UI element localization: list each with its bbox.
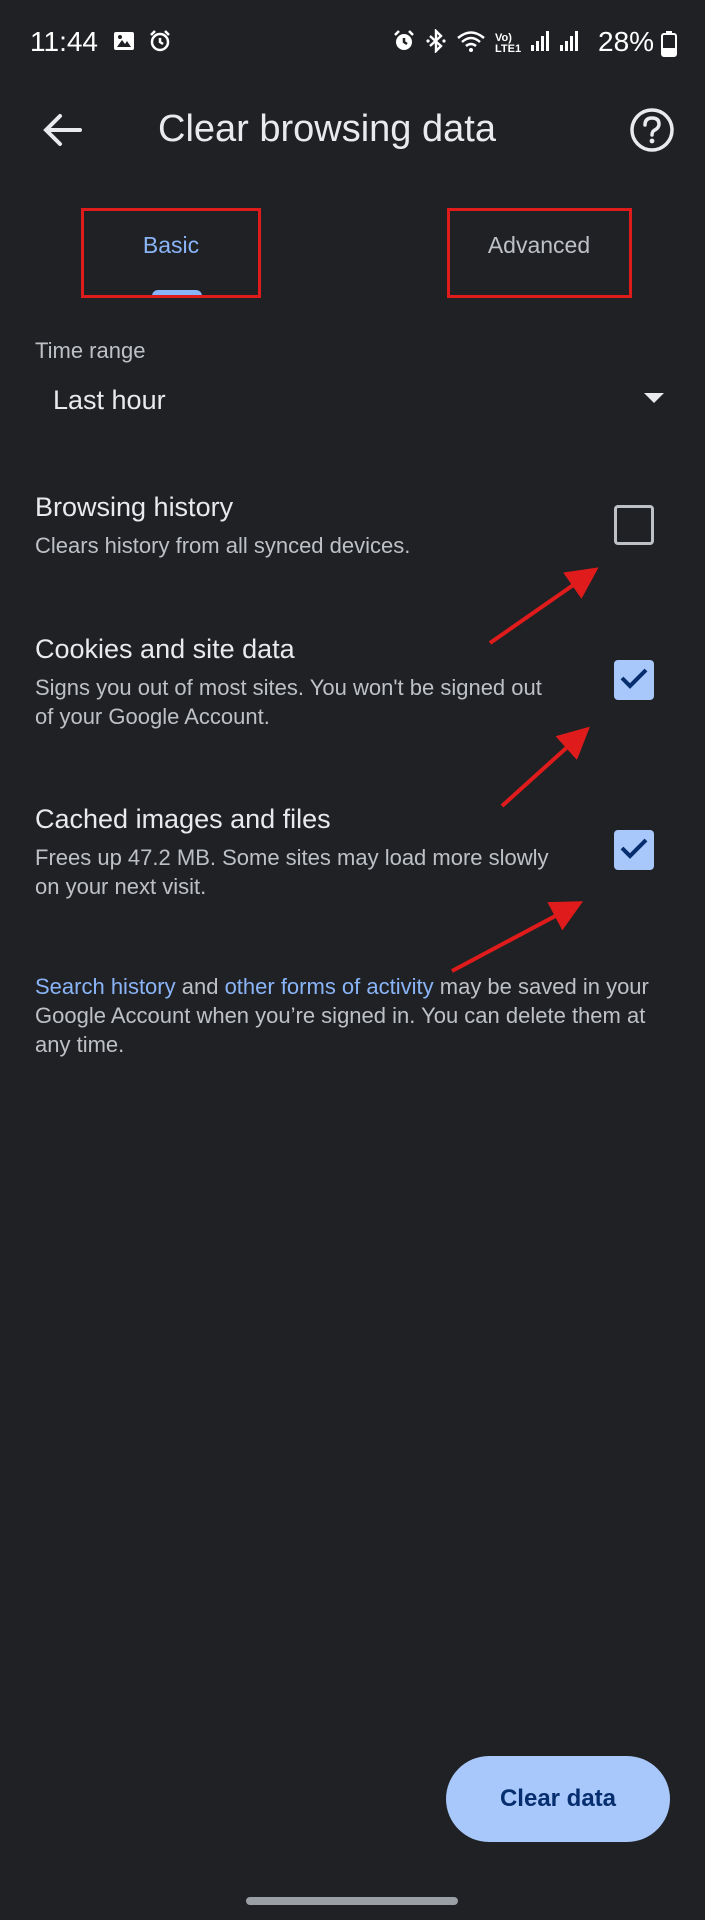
annotation-arrow bbox=[500, 726, 590, 808]
other-activity-link[interactable]: other forms of activity bbox=[225, 974, 434, 999]
annotation-arrow bbox=[488, 567, 599, 645]
footer-note: Search history and other forms of activi… bbox=[35, 972, 675, 1059]
clear-data-label: Clear data bbox=[499, 1785, 617, 1812]
clear-data-button[interactable]: Clear data bbox=[446, 1756, 670, 1842]
search-history-link[interactable]: Search history bbox=[35, 974, 176, 999]
footer-text: and bbox=[175, 974, 225, 999]
annotation-arrows bbox=[451, 567, 599, 973]
annotation-arrow bbox=[451, 901, 584, 973]
gesture-nav-handle[interactable] bbox=[246, 1897, 458, 1905]
